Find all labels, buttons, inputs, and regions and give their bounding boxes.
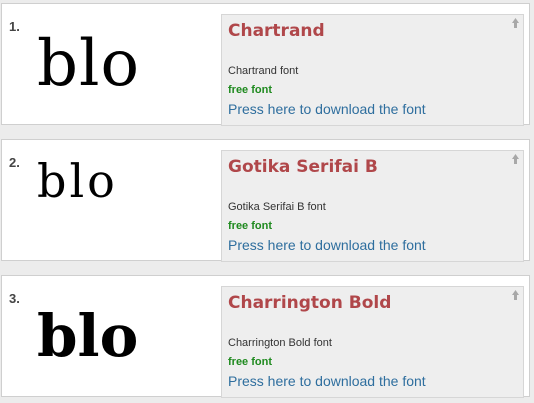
download-link[interactable]: Press here to download the font bbox=[228, 237, 426, 253]
font-card: 3. blo Charrington Bold Charrington Bold… bbox=[1, 275, 530, 398]
font-title: Gotika Serifai B bbox=[228, 157, 378, 177]
font-description: Gotika Serifai B font bbox=[228, 201, 326, 213]
font-preview: blo bbox=[37, 154, 118, 208]
font-number: 2. bbox=[9, 155, 20, 170]
font-number: 3. bbox=[9, 291, 20, 306]
free-font-label: free font bbox=[228, 220, 272, 232]
font-info-panel: Chartrand Chartrand font free font Press… bbox=[221, 14, 524, 126]
font-preview: blo bbox=[37, 27, 140, 101]
font-description: Charrington Bold font bbox=[228, 337, 332, 349]
font-description: Chartrand font bbox=[228, 65, 299, 77]
font-list: 1. blo Chartrand Chartrand font free fon… bbox=[0, 0, 534, 403]
font-card: 1. blo Chartrand Chartrand font free fon… bbox=[1, 3, 530, 126]
free-font-label: free font bbox=[228, 84, 272, 96]
font-info-panel: Gotika Serifai B Gotika Serifai B font f… bbox=[221, 150, 524, 262]
up-arrow-icon[interactable] bbox=[511, 289, 520, 301]
font-card: 2. blo Gotika Serifai B Gotika Serifai B… bbox=[1, 139, 530, 262]
font-title: Chartrand bbox=[228, 21, 325, 41]
font-preview: blo bbox=[37, 302, 139, 370]
download-link[interactable]: Press here to download the font bbox=[228, 373, 426, 389]
font-info-panel: Charrington Bold Charrington Bold font f… bbox=[221, 286, 524, 398]
font-title: Charrington Bold bbox=[228, 293, 392, 313]
font-number: 1. bbox=[9, 19, 20, 34]
free-font-label: free font bbox=[228, 356, 272, 368]
up-arrow-icon[interactable] bbox=[511, 153, 520, 165]
download-link[interactable]: Press here to download the font bbox=[228, 101, 426, 117]
up-arrow-icon[interactable] bbox=[511, 17, 520, 29]
